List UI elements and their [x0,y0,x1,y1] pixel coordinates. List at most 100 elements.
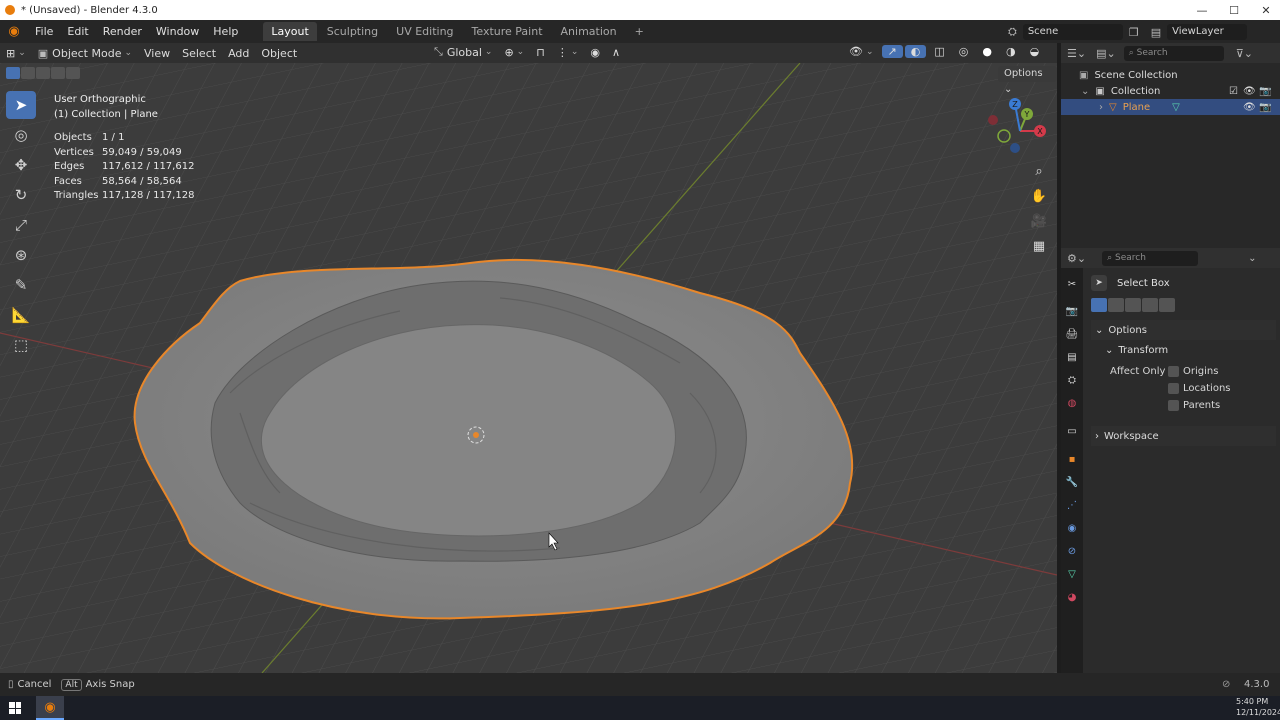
output-tab-icon[interactable]: 🖨 [1061,323,1083,346]
material-tab-icon[interactable]: ◕ [1061,586,1083,609]
close-icon[interactable]: ✕ [1250,0,1280,20]
perspective-toggle-icon[interactable]: ▦ [1029,236,1049,256]
render-camera-icon[interactable]: 📷 [1259,102,1271,113]
wireframe-shading-icon[interactable]: ◎ [953,45,975,58]
options-panel-header[interactable]: ⌄ Options [1091,320,1276,340]
menu-select[interactable]: Select [176,47,222,60]
menu-file[interactable]: File [28,25,60,38]
menu-help[interactable]: Help [206,25,245,38]
snap-icon[interactable]: ⊓ [530,46,551,59]
navigation-gizmo[interactable]: X Y Z [985,96,1055,166]
scene-selector[interactable]: Scene [1022,24,1123,40]
move-tool-icon[interactable]: ✥ [6,151,36,179]
3d-viewport[interactable]: ➤ ◎ ✥ ↻ ⤢ ⊛ ✎ 📐 ⬚ User Orthographic (1) … [0,63,1057,673]
checkbox-icon[interactable] [1168,400,1179,411]
filter-icon[interactable]: ⊽⌄ [1236,47,1253,60]
windows-start-icon[interactable] [9,702,21,714]
particles-tab-icon[interactable]: ⋰ [1061,494,1083,517]
select-subtract-icon[interactable] [36,67,50,79]
tree-item-plane[interactable]: › ▽ Plane ▽ 👁 📷 [1061,99,1280,115]
view-layer-tab-icon[interactable]: ▤ [1061,346,1083,369]
parents-checkbox[interactable]: Parents [1168,400,1220,411]
material-shading-icon[interactable]: ◑ [1000,45,1022,58]
pivot-point-icon[interactable]: ⊕ [498,46,530,59]
mode-intersect-icon[interactable] [1159,298,1175,312]
snap-target-icon[interactable]: ⋮ [551,46,585,59]
modifier-tab-icon[interactable]: 🔧 [1061,471,1083,494]
solid-shading-icon[interactable]: ● [976,45,998,58]
outliner-search-input[interactable]: ⌕ Search [1123,45,1224,61]
physics-tab-icon[interactable]: ◉ [1061,517,1083,540]
transform-tool-icon[interactable]: ⊛ [6,241,36,269]
options-dropdown[interactable]: Options ⌄ [998,66,1057,95]
overlay-toggle-icon[interactable]: ◐ [904,45,927,58]
menu-edit[interactable]: Edit [60,25,95,38]
menu-object[interactable]: Object [255,47,303,60]
gizmo-toggle-icon[interactable]: ↗ [881,45,903,58]
tab-layout[interactable]: Layout [263,22,317,41]
origins-checkbox[interactable]: Origins [1168,366,1218,377]
blender-menu-icon[interactable]: ◉ [0,24,28,39]
transform-orientation-dropdown[interactable]: ⤡ Global [428,45,498,59]
select-intersect-icon[interactable] [66,67,80,79]
scene-duplicate-icon[interactable]: ❐ [1129,26,1139,39]
tree-item-scene-collection[interactable]: ▣ Scene Collection [1061,67,1280,83]
visibility-eye-icon[interactable]: 👁 [1243,86,1256,97]
exclude-checkbox-icon[interactable]: ☑ [1229,86,1238,97]
rendered-shading-icon[interactable]: ◒ [1024,45,1046,58]
proportional-edit-icon[interactable]: ◉ [584,46,606,59]
add-workspace-button[interactable]: + [627,22,652,41]
checkbox-icon[interactable] [1168,383,1179,394]
world-tab-icon[interactable]: ◍ [1061,392,1083,415]
mode-invert-icon[interactable] [1142,298,1158,312]
mesh-data-icon[interactable]: ▽ [1172,102,1180,113]
outliner-editor-type-icon[interactable]: ☰⌄ [1067,47,1086,60]
mode-subtract-icon[interactable] [1125,298,1141,312]
visibility-eye-icon[interactable]: 👁 [1243,102,1256,113]
locations-checkbox[interactable]: Locations [1168,383,1231,394]
scale-tool-icon[interactable]: ⤢ [6,211,36,239]
maximize-icon[interactable]: ☐ [1218,0,1250,20]
annotate-tool-icon[interactable]: ✎ [6,271,36,299]
falloff-icon[interactable]: ∧ [606,46,626,59]
collection-tab-icon[interactable]: ▭ [1061,420,1083,443]
add-cube-tool-icon[interactable]: ⬚ [6,331,36,359]
display-mode-icon[interactable]: ▤⌄ [1096,47,1116,60]
expand-chevron-icon[interactable]: ⌄ [1081,86,1089,97]
object-mode-dropdown[interactable]: ▣ Object Mode [32,47,138,60]
measure-tool-icon[interactable]: 📐 [6,301,36,329]
expand-chevron-icon[interactable]: › [1099,102,1103,113]
tab-texture-paint[interactable]: Texture Paint [464,22,551,41]
gizmo-neg-x-axis[interactable] [988,115,998,125]
properties-search-input[interactable]: ⌕ Search [1102,250,1199,266]
tab-animation[interactable]: Animation [553,22,625,41]
menu-render[interactable]: Render [96,25,149,38]
pan-hand-icon[interactable]: ✋ [1029,186,1049,206]
tool-tab-icon[interactable]: ✂ [1061,273,1083,296]
xray-icon[interactable]: ◫ [928,45,950,58]
minimize-icon[interactable]: — [1186,0,1218,20]
mode-extend-icon[interactable] [1108,298,1124,312]
data-tab-icon[interactable]: ▽ [1061,563,1083,586]
menu-window[interactable]: Window [149,25,206,38]
object-tab-icon[interactable]: ▪ [1061,448,1083,471]
transform-subpanel-header[interactable]: ⌄ Transform [1091,340,1276,360]
scene-tab-icon[interactable]: ⛭ [1061,369,1083,392]
constraints-tab-icon[interactable]: ⊘ [1061,540,1083,563]
gizmo-neg-z-axis[interactable] [1010,143,1020,153]
render-tab-icon[interactable]: 📷 [1061,300,1083,323]
gizmo-neg-y-axis[interactable] [997,129,1011,143]
workspace-panel-header[interactable]: › Workspace [1091,426,1276,446]
mode-new-icon[interactable] [1091,298,1107,312]
select-invert-icon[interactable] [51,67,65,79]
select-new-icon[interactable] [6,67,20,79]
menu-view[interactable]: View [138,47,176,60]
properties-editor-type-icon[interactable]: ⚙⌄ [1067,252,1086,265]
checkbox-icon[interactable] [1168,366,1179,377]
view-layer-selector[interactable]: ViewLayer [1167,24,1248,40]
select-extend-icon[interactable] [21,67,35,79]
visibility-icon[interactable]: 👁 [843,45,880,58]
render-camera-icon[interactable]: 📷 [1259,86,1271,97]
rotate-tool-icon[interactable]: ↻ [6,181,36,209]
zoom-icon[interactable]: ⌕ [1029,161,1049,181]
